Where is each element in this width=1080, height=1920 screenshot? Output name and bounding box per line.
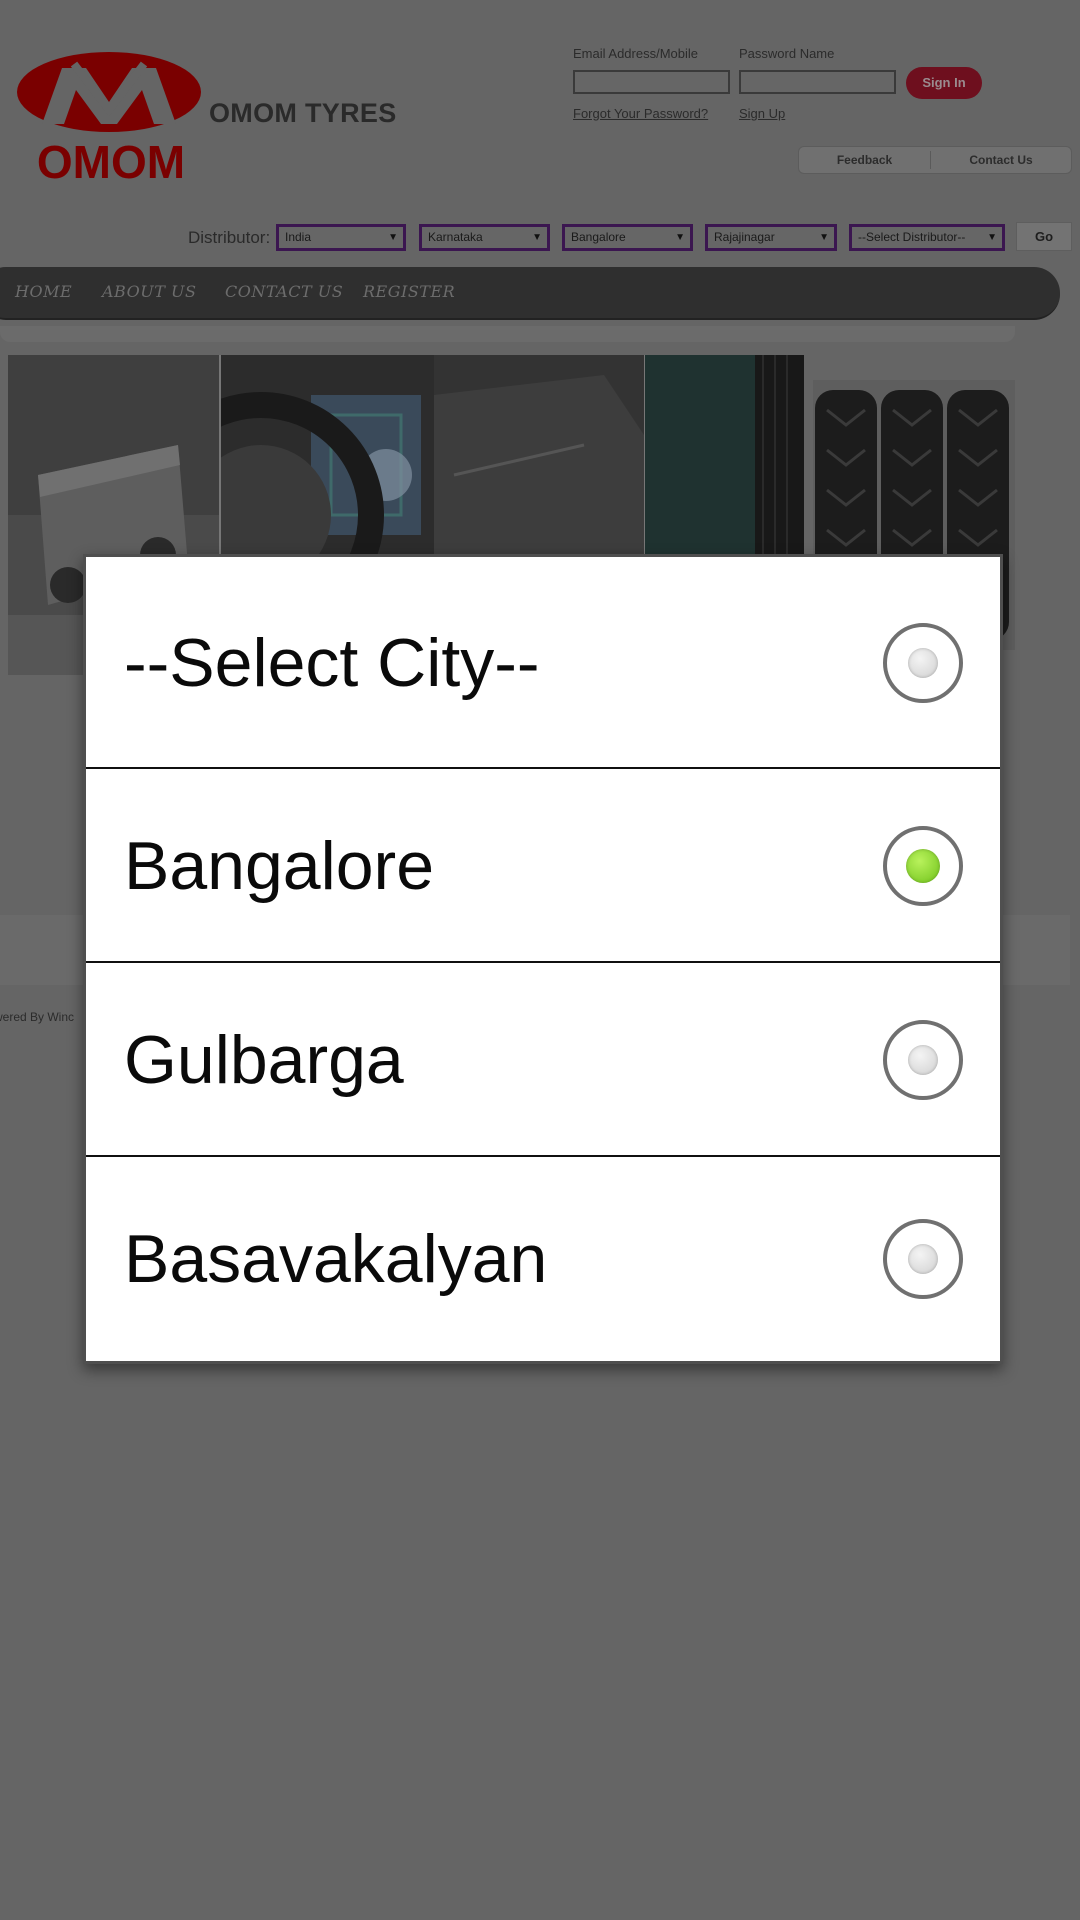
radio-dot-icon [908,1244,938,1274]
radio-dot-icon [908,1045,938,1075]
radio-dot-icon [908,648,938,678]
radio-button[interactable] [883,1020,963,1100]
chevron-down-icon: ▼ [388,232,398,243]
radio-button-selected[interactable] [883,826,963,906]
radio-button[interactable] [883,1219,963,1299]
go-button[interactable]: Go [1016,222,1072,251]
nav-item-register[interactable]: REGISTER [363,282,455,301]
nav-item-about-us[interactable]: ABOUT US [102,282,196,301]
distributor-label: Distributor: [188,228,271,247]
sign-up-link[interactable]: Sign Up [739,106,785,121]
footer-credit: wered By Winc [0,1010,75,1024]
utility-bar: Feedback Contact Us [798,146,1072,174]
nav-item-home[interactable]: HOME [15,282,72,301]
radio-dot-icon [906,849,940,883]
nav-item-contact-us[interactable]: CONTACT US [225,282,343,301]
omom-logo: OMOM [17,52,201,185]
email-field[interactable] [573,70,730,94]
distributor-select[interactable]: --Select Distributor-- ▼ [849,224,1005,251]
area-select-value: Rajajinagar [714,230,775,244]
city-option-label: Basavakalyan [124,1221,548,1297]
radio-button[interactable] [883,623,963,703]
country-select-value: India [285,230,312,244]
feedback-link[interactable]: Feedback [799,147,930,173]
nav-shadow [0,326,1015,342]
area-select[interactable]: Rajajinagar ▼ [705,224,837,251]
contact-us-link[interactable]: Contact Us [931,147,1071,173]
password-field[interactable] [739,70,896,94]
site-title: OMOM TYRES [209,98,397,128]
city-option-label: Bangalore [124,828,435,904]
city-select-value: Bangalore [571,230,626,244]
city-picker-dialog: --Select City-- Bangalore Gulbarga Basav… [83,554,1003,1364]
forgot-password-link[interactable]: Forgot Your Password? [573,106,708,121]
city-option-label: --Select City-- [124,625,540,701]
password-label: Password Name [739,46,835,61]
sign-in-button[interactable]: Sign In [906,67,982,99]
distributor-select-value: --Select Distributor-- [858,230,966,244]
city-option-bangalore[interactable]: Bangalore [86,769,1000,963]
chevron-down-icon: ▼ [819,232,829,243]
svg-text:OMOM: OMOM [37,136,185,185]
page: OMOM OMOM TYRES Email Address/Mobile Pas… [0,0,1080,1920]
country-select[interactable]: India ▼ [276,224,406,251]
state-select-value: Karnataka [428,230,483,244]
chevron-down-icon: ▼ [987,232,997,243]
email-label: Email Address/Mobile [573,46,698,61]
city-option-gulbarga[interactable]: Gulbarga [86,963,1000,1157]
chevron-down-icon: ▼ [532,232,542,243]
city-option-select-city[interactable]: --Select City-- [86,557,1000,769]
main-nav: HOME ABOUT US CONTACT US REGISTER [0,267,1060,320]
chevron-down-icon: ▼ [675,232,685,243]
city-option-label: Gulbarga [124,1022,404,1098]
city-option-basavakalyan[interactable]: Basavakalyan [86,1157,1000,1361]
state-select[interactable]: Karnataka ▼ [419,224,550,251]
city-select[interactable]: Bangalore ▼ [562,224,693,251]
